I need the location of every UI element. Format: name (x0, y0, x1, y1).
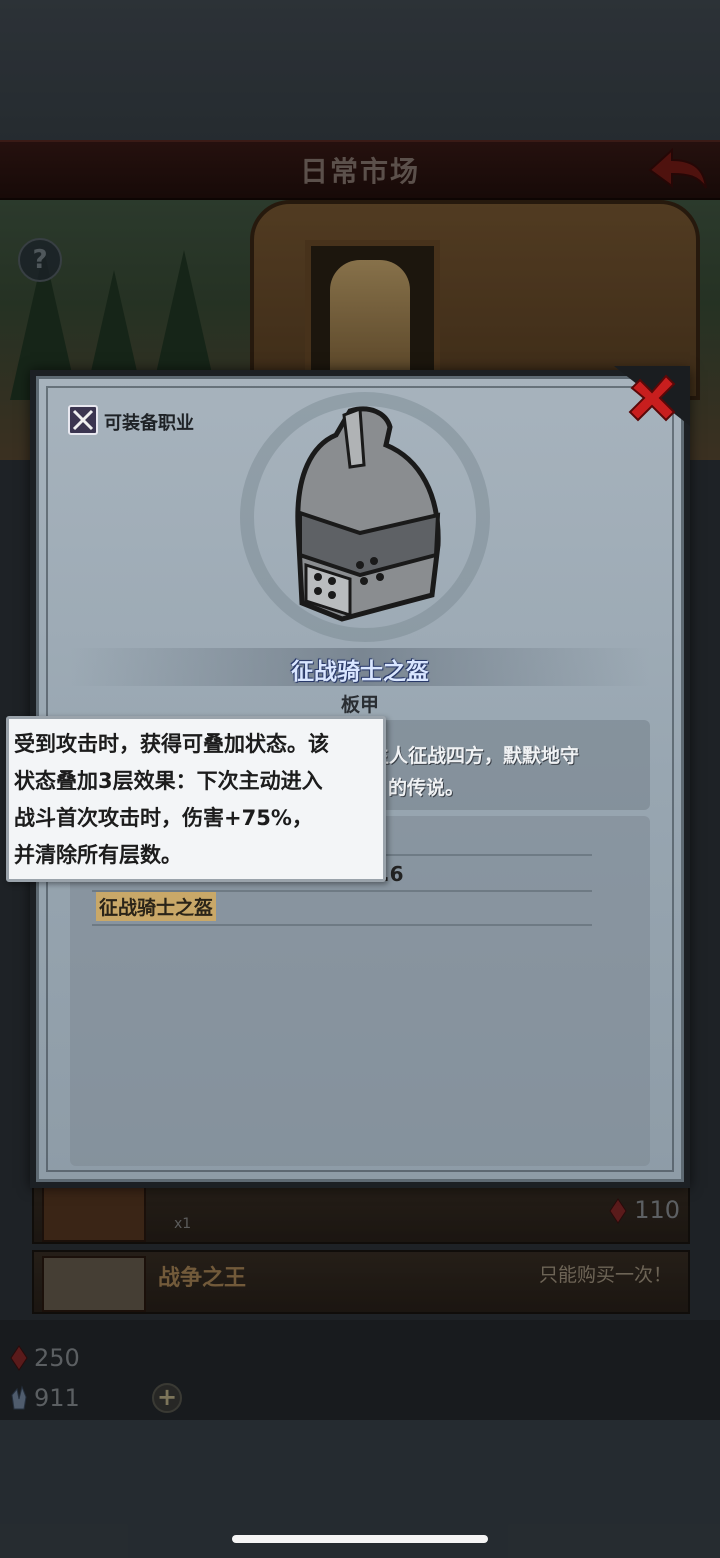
close-icon[interactable] (614, 366, 690, 436)
description-line: 的传说。 (388, 777, 465, 799)
swords-icon (72, 409, 94, 431)
divider (92, 924, 592, 926)
item-description: 主人征战四方，默默地守 的传说。 (370, 740, 640, 804)
tooltip-text: 受到攻击时，获得可叠加状态。该 状态叠加3层效果：下次主动进入 战斗首次攻击时，… (14, 726, 376, 874)
helmet-icon (295, 406, 441, 622)
item-type: 板甲 (340, 694, 379, 716)
tooltip-line: 受到攻击时，获得可叠加状态。该 (14, 732, 329, 756)
tooltip-line: 状态叠加3层效果：下次主动进入 (14, 769, 323, 793)
equippable-class-label: 可装备职业 (104, 413, 194, 434)
tooltip-line: 并清除所有层数。 (14, 843, 182, 867)
item-title: 征战骑士之盔 (291, 659, 429, 685)
set-name[interactable]: 征战骑士之盔 (96, 892, 217, 921)
tooltip-line: 战斗首次攻击时，伤害+75%， (14, 806, 313, 830)
home-indicator[interactable] (232, 1535, 488, 1543)
class-icon (68, 405, 98, 435)
description-line: 主人征战四方，默默地守 (370, 745, 580, 767)
